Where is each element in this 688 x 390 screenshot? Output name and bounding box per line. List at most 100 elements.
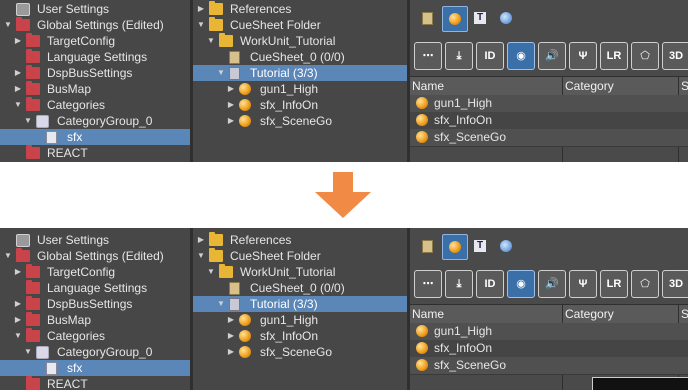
tree-item-sfx[interactable]: sfx	[0, 129, 190, 145]
column-header[interactable]: S	[681, 78, 688, 94]
speech-bubble-icon[interactable]: ⋯	[414, 42, 442, 70]
3d-icon[interactable]: 3D	[662, 270, 688, 298]
table-row[interactable]: gun1_High	[410, 323, 688, 341]
tree-item-cuesheet-folder[interactable]: ▼ CueSheet Folder	[193, 248, 407, 264]
disclosure-open-icon[interactable]: ▼	[197, 248, 205, 264]
tree-item-workunit-tutorial[interactable]: ▼ WorkUnit_Tutorial	[193, 264, 407, 280]
tree-item-dspbussettings[interactable]: ▶ DspBusSettings	[0, 296, 190, 312]
tree-item-sfx-scenego[interactable]: ▶ sfx_SceneGo	[193, 113, 407, 129]
disclosure-closed-icon[interactable]: ▶	[14, 264, 22, 280]
record-icon[interactable]: ◉	[507, 270, 535, 298]
tuning-fork-icon[interactable]: Ψ	[569, 42, 597, 70]
tuning-fork-icon[interactable]: Ψ	[569, 270, 597, 298]
id-icon[interactable]: ID	[476, 270, 504, 298]
text-tool-icon[interactable]: T	[468, 234, 492, 258]
speaker-icon[interactable]: 🔊	[538, 270, 566, 298]
tree-item-global-settings-edited[interactable]: ▼ Global Settings (Edited)	[0, 17, 190, 33]
disclosure-open-icon[interactable]: ▼	[197, 17, 205, 33]
tree-item-busmap[interactable]: ▶ BusMap	[0, 312, 190, 328]
cue-orb-tool-icon[interactable]	[442, 6, 468, 32]
column-header[interactable]: Category	[565, 306, 614, 322]
disclosure-closed-icon[interactable]: ▶	[14, 296, 22, 312]
tree-item-targetconfig[interactable]: ▶ TargetConfig	[0, 33, 190, 49]
tree-item-react[interactable]: REACT	[0, 376, 190, 390]
download-tray-icon[interactable]: ⤓	[445, 42, 473, 70]
disclosure-open-icon[interactable]: ▼	[4, 248, 12, 264]
text-tool-icon[interactable]: T	[468, 6, 492, 30]
tree-item-sfx-infoon[interactable]: ▶ sfx_InfoOn	[193, 328, 407, 344]
globe-tool-icon[interactable]	[494, 6, 518, 30]
speech-bubble-icon[interactable]: ⋯	[414, 270, 442, 298]
tree-item-react[interactable]: REACT	[0, 145, 190, 161]
tree-item-sfx[interactable]: sfx	[0, 360, 190, 376]
tree-item-cuesheet-0-0-0[interactable]: CueSheet_0 (0/0)	[193, 280, 407, 296]
tree-item-user-settings[interactable]: User Settings	[0, 232, 190, 248]
cue-orb-tool-icon[interactable]	[442, 234, 468, 260]
cuesheet-tool-icon[interactable]	[416, 6, 440, 30]
column-header[interactable]: Category	[565, 78, 614, 94]
tree-item-busmap[interactable]: ▶ BusMap	[0, 81, 190, 97]
table-row[interactable]: sfx_InfoOn	[410, 112, 688, 130]
tree-item-tutorial-3-3[interactable]: ▼ Tutorial (3/3)	[193, 296, 407, 312]
table-row[interactable]: sfx_SceneGo	[410, 129, 688, 147]
disclosure-open-icon[interactable]: ▼	[24, 344, 32, 360]
disclosure-closed-icon[interactable]: ▶	[227, 81, 235, 97]
pan-lr-icon[interactable]: LR	[600, 270, 628, 298]
disclosure-open-icon[interactable]: ▼	[14, 97, 22, 113]
column-header[interactable]: S	[681, 306, 688, 322]
speaker-icon[interactable]: 🔊	[538, 42, 566, 70]
tree-item-cuesheet-folder[interactable]: ▼ CueSheet Folder	[193, 17, 407, 33]
column-header[interactable]: Name	[412, 306, 444, 322]
disclosure-closed-icon[interactable]: ▶	[197, 232, 205, 248]
disclosure-closed-icon[interactable]: ▶	[227, 113, 235, 129]
pentagon-icon[interactable]: ⬠	[631, 42, 659, 70]
tree-item-categorygroup-0[interactable]: ▼ CategoryGroup_0	[0, 113, 190, 129]
tree-item-user-settings[interactable]: User Settings	[0, 1, 190, 17]
tree-item-tutorial-3-3[interactable]: ▼ Tutorial (3/3)	[193, 65, 407, 81]
tree-item-targetconfig[interactable]: ▶ TargetConfig	[0, 264, 190, 280]
record-icon[interactable]: ◉	[507, 42, 535, 70]
column-header[interactable]: Name	[412, 78, 444, 94]
3d-icon[interactable]: 3D	[662, 42, 688, 70]
tree-item-categories[interactable]: ▼ Categories	[0, 328, 190, 344]
cuesheet-tool-icon[interactable]	[416, 234, 440, 258]
disclosure-closed-icon[interactable]: ▶	[14, 81, 22, 97]
disclosure-closed-icon[interactable]: ▶	[227, 312, 235, 328]
tree-item-gun1-high[interactable]: ▶ gun1_High	[193, 312, 407, 328]
disclosure-open-icon[interactable]: ▼	[207, 264, 215, 280]
disclosure-closed-icon[interactable]: ▶	[14, 65, 22, 81]
tree-item-categories[interactable]: ▼ Categories	[0, 97, 190, 113]
tree-item-language-settings[interactable]: Language Settings	[0, 49, 190, 65]
disclosure-open-icon[interactable]: ▼	[207, 33, 215, 49]
table-row[interactable]: gun1_High	[410, 95, 688, 113]
tree-item-references[interactable]: ▶ References	[193, 1, 407, 17]
id-icon[interactable]: ID	[476, 42, 504, 70]
tree-item-language-settings[interactable]: Language Settings	[0, 280, 190, 296]
table-row[interactable]: sfx_InfoOn	[410, 340, 688, 358]
disclosure-open-icon[interactable]: ▼	[14, 328, 22, 344]
tree-item-gun1-high[interactable]: ▶ gun1_High	[193, 81, 407, 97]
disclosure-closed-icon[interactable]: ▶	[227, 97, 235, 113]
disclosure-closed-icon[interactable]: ▶	[227, 328, 235, 344]
table-row[interactable]: sfx_SceneGo	[410, 357, 688, 375]
tree-item-sfx-infoon[interactable]: ▶ sfx_InfoOn	[193, 97, 407, 113]
globe-tool-icon[interactable]	[494, 234, 518, 258]
disclosure-closed-icon[interactable]: ▶	[14, 312, 22, 328]
tree-item-sfx-scenego[interactable]: ▶ sfx_SceneGo	[193, 344, 407, 360]
disclosure-closed-icon[interactable]: ▶	[14, 33, 22, 49]
tree-item-workunit-tutorial[interactable]: ▼ WorkUnit_Tutorial	[193, 33, 407, 49]
disclosure-open-icon[interactable]: ▼	[217, 65, 225, 81]
disclosure-open-icon[interactable]: ▼	[217, 296, 225, 312]
disclosure-open-icon[interactable]: ▼	[4, 17, 12, 33]
disclosure-closed-icon[interactable]: ▶	[197, 1, 205, 17]
download-tray-icon[interactable]: ⤓	[445, 270, 473, 298]
tree-item-references[interactable]: ▶ References	[193, 232, 407, 248]
disclosure-open-icon[interactable]: ▼	[24, 113, 32, 129]
tree-item-global-settings-edited[interactable]: ▼ Global Settings (Edited)	[0, 248, 190, 264]
tree-item-cuesheet-0-0-0[interactable]: CueSheet_0 (0/0)	[193, 49, 407, 65]
tree-item-dspbussettings[interactable]: ▶ DspBusSettings	[0, 65, 190, 81]
pentagon-icon[interactable]: ⬠	[631, 270, 659, 298]
tree-item-categorygroup-0[interactable]: ▼ CategoryGroup_0	[0, 344, 190, 360]
disclosure-closed-icon[interactable]: ▶	[227, 344, 235, 360]
pan-lr-icon[interactable]: LR	[600, 42, 628, 70]
